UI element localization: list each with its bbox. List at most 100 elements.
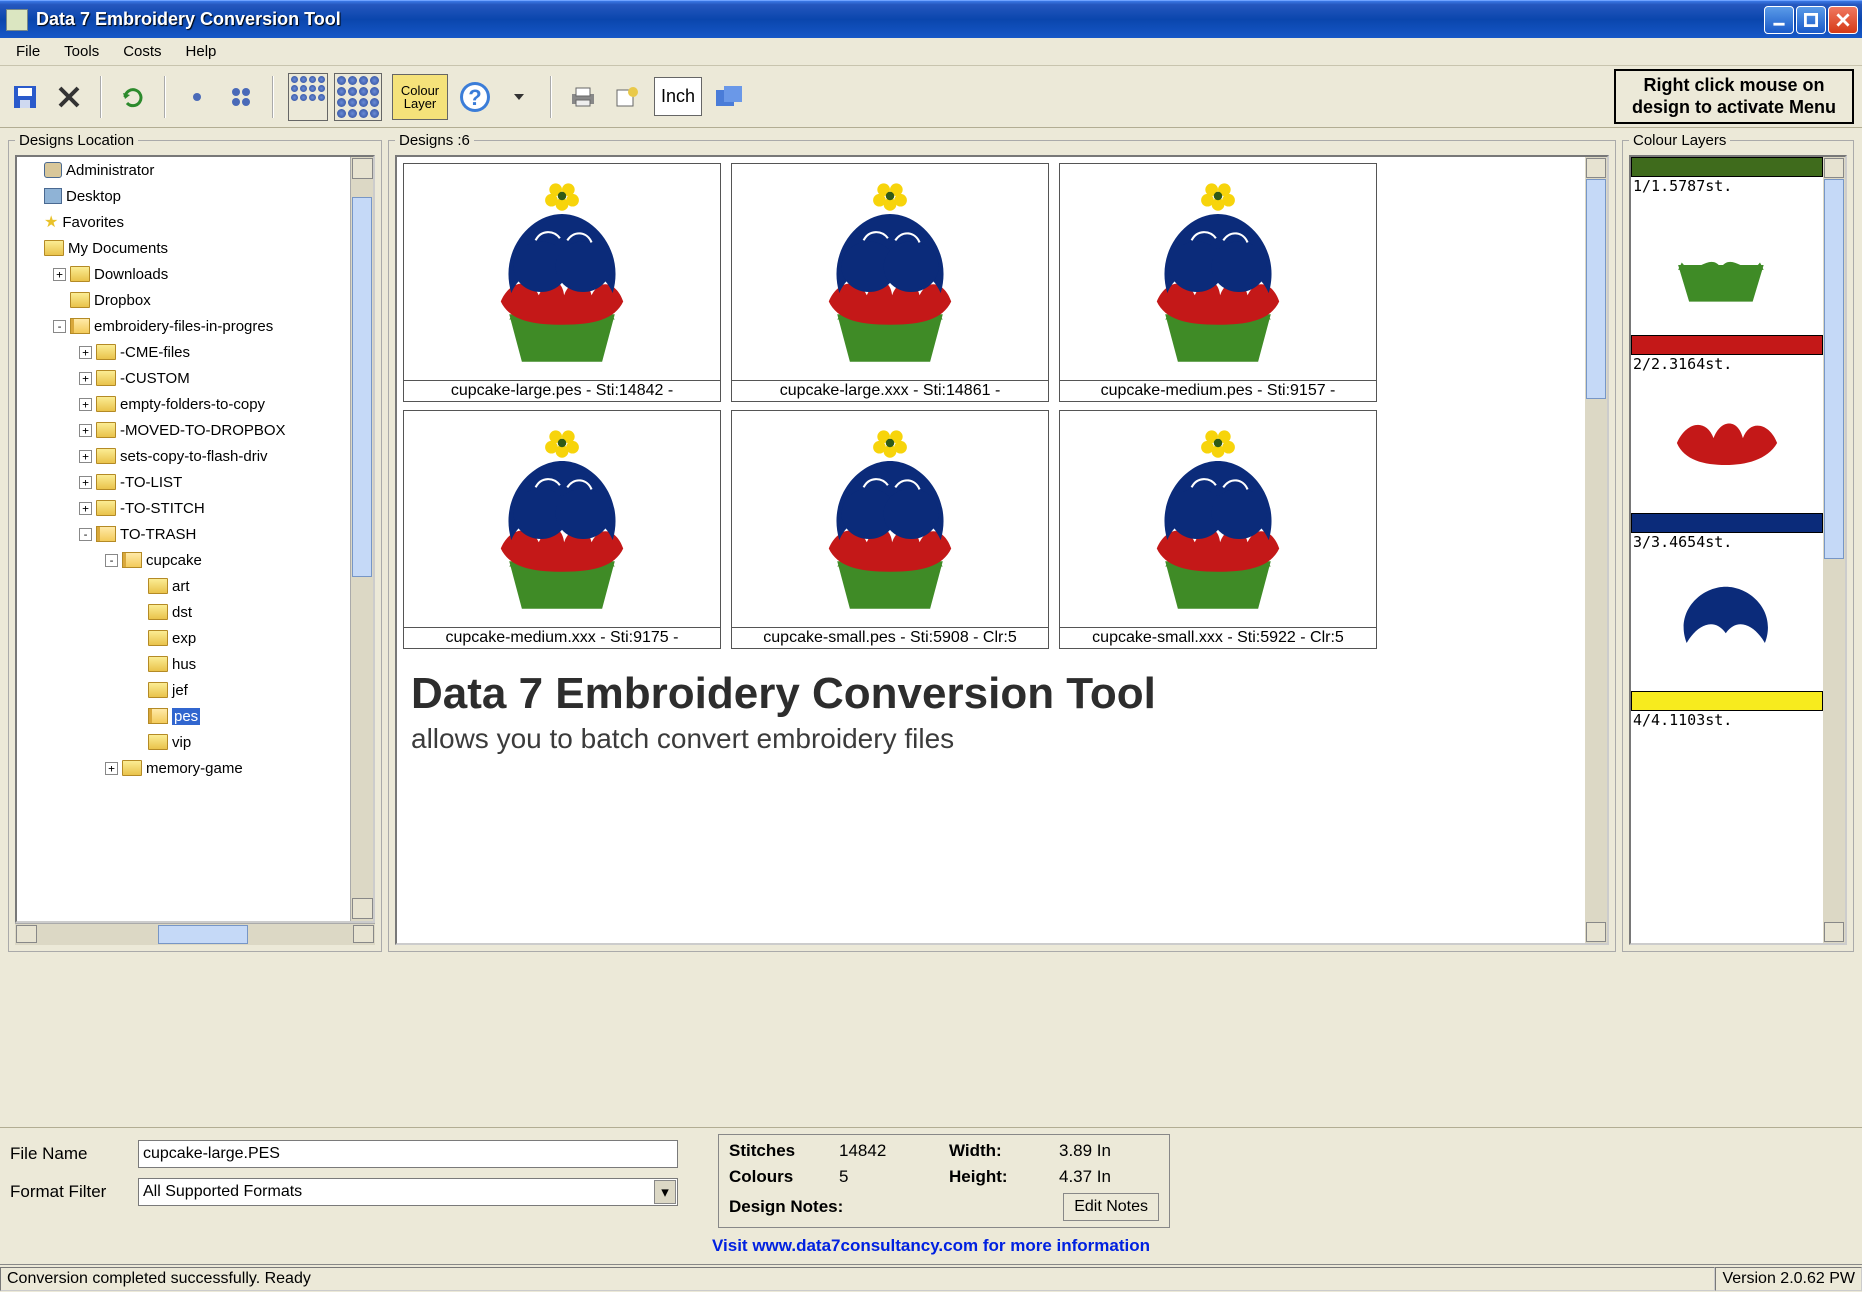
- scroll-right-icon[interactable]: [353, 925, 374, 943]
- grid-large-icon[interactable]: [334, 73, 382, 121]
- scroll-down-icon[interactable]: [1586, 922, 1606, 942]
- format-filter-combo[interactable]: ▾: [138, 1178, 678, 1206]
- expand-icon[interactable]: +: [79, 424, 92, 437]
- scroll-track[interactable]: [38, 924, 352, 945]
- tree-node[interactable]: -embroidery-files-in-progres: [17, 313, 350, 339]
- four-dot-icon[interactable]: [224, 80, 258, 114]
- tree-node[interactable]: Dropbox: [17, 287, 350, 313]
- colour-layer-button[interactable]: Colour Layer: [392, 74, 448, 120]
- tree-node[interactable]: +memory-game: [17, 755, 350, 781]
- expand-icon[interactable]: +: [79, 476, 92, 489]
- design-thumbnail[interactable]: [404, 411, 720, 627]
- tree-node[interactable]: vip: [17, 729, 350, 755]
- design-thumbnail[interactable]: [1060, 411, 1376, 627]
- tree-node[interactable]: +-TO-STITCH: [17, 495, 350, 521]
- single-dot-icon[interactable]: [180, 80, 214, 114]
- scroll-track[interactable]: [1823, 179, 1845, 921]
- print-icon[interactable]: [566, 80, 600, 114]
- scroll-track[interactable]: [1585, 179, 1607, 921]
- menu-help[interactable]: Help: [176, 41, 227, 62]
- scroll-up-icon[interactable]: [1824, 158, 1844, 178]
- windows-icon[interactable]: [712, 80, 746, 114]
- menu-tools[interactable]: Tools: [54, 41, 109, 62]
- tree-node[interactable]: +-TO-LIST: [17, 469, 350, 495]
- colour-layer[interactable]: 4/4.1103st.: [1631, 691, 1823, 729]
- tree-node[interactable]: dst: [17, 599, 350, 625]
- tree-node[interactable]: ★Favorites: [17, 209, 350, 235]
- refresh-icon[interactable]: [116, 80, 150, 114]
- close-button[interactable]: [1828, 6, 1858, 34]
- delete-icon[interactable]: [52, 80, 86, 114]
- grid-small-icon[interactable]: [288, 73, 328, 121]
- properties-icon[interactable]: [610, 80, 644, 114]
- expand-icon[interactable]: +: [79, 398, 92, 411]
- scroll-up-icon[interactable]: [352, 158, 373, 179]
- colour-layer[interactable]: 2/2.3164st.: [1631, 335, 1823, 513]
- tree-node[interactable]: -cupcake: [17, 547, 350, 573]
- designs-location-panel: Designs Location AdministratorDesktop★Fa…: [8, 132, 382, 952]
- design-thumbnail[interactable]: [404, 164, 720, 380]
- format-filter-input[interactable]: [138, 1178, 678, 1206]
- menu-file[interactable]: File: [6, 41, 50, 62]
- tree-node[interactable]: pes: [17, 703, 350, 729]
- colour-layer[interactable]: 3/3.4654st.: [1631, 513, 1823, 691]
- tree-hscroll[interactable]: [15, 923, 375, 945]
- tree-vscroll[interactable]: [350, 157, 373, 921]
- design-cell[interactable]: cupcake-large.pes - Sti:14842 -: [403, 163, 721, 402]
- expand-icon[interactable]: +: [79, 502, 92, 515]
- design-thumbnail[interactable]: [1060, 164, 1376, 380]
- design-cell[interactable]: cupcake-small.xxx - Sti:5922 - Clr:5: [1059, 410, 1377, 649]
- expand-icon[interactable]: +: [105, 762, 118, 775]
- tree-node[interactable]: +Downloads: [17, 261, 350, 287]
- design-cell[interactable]: cupcake-small.pes - Sti:5908 - Clr:5: [731, 410, 1049, 649]
- tree-node[interactable]: Administrator: [17, 157, 350, 183]
- tree-node[interactable]: +-CME-files: [17, 339, 350, 365]
- tree-node[interactable]: +-CUSTOM: [17, 365, 350, 391]
- tree-node[interactable]: Desktop: [17, 183, 350, 209]
- colour-layer[interactable]: 1/1.5787st.: [1631, 157, 1823, 335]
- design-thumbnail[interactable]: [732, 164, 1048, 380]
- expand-icon[interactable]: +: [79, 372, 92, 385]
- edit-notes-button[interactable]: Edit Notes: [1063, 1193, 1159, 1221]
- chevron-down-icon[interactable]: ▾: [654, 1180, 676, 1204]
- scroll-up-icon[interactable]: [1586, 158, 1606, 178]
- tree-node[interactable]: +empty-folders-to-copy: [17, 391, 350, 417]
- menu-costs[interactable]: Costs: [113, 41, 171, 62]
- scroll-thumb[interactable]: [158, 925, 248, 944]
- help-icon[interactable]: ?: [458, 80, 492, 114]
- design-cell[interactable]: cupcake-medium.xxx - Sti:9175 -: [403, 410, 721, 649]
- tree-node[interactable]: art: [17, 573, 350, 599]
- scroll-down-icon[interactable]: [1824, 922, 1844, 942]
- design-thumbnail[interactable]: [732, 411, 1048, 627]
- file-name-input[interactable]: [138, 1140, 678, 1168]
- layers-vscroll[interactable]: [1823, 157, 1845, 943]
- expand-icon[interactable]: +: [53, 268, 66, 281]
- scroll-thumb[interactable]: [1586, 179, 1606, 399]
- tree-node[interactable]: +-MOVED-TO-DROPBOX: [17, 417, 350, 443]
- design-cell[interactable]: cupcake-large.xxx - Sti:14861 -: [731, 163, 1049, 402]
- tree-node[interactable]: My Documents: [17, 235, 350, 261]
- tree-node[interactable]: -TO-TRASH: [17, 521, 350, 547]
- visit-link[interactable]: Visit www.data7consultancy.com for more …: [10, 1230, 1852, 1262]
- scroll-down-icon[interactable]: [352, 898, 373, 919]
- scroll-thumb[interactable]: [352, 197, 372, 577]
- expand-icon[interactable]: +: [79, 450, 92, 463]
- expand-icon[interactable]: +: [79, 346, 92, 359]
- scroll-thumb[interactable]: [1824, 179, 1844, 559]
- help-dropdown-icon[interactable]: [502, 80, 536, 114]
- tree-node[interactable]: +sets-copy-to-flash-driv: [17, 443, 350, 469]
- tree-node[interactable]: hus: [17, 651, 350, 677]
- collapse-icon[interactable]: -: [105, 554, 118, 567]
- folder-tree[interactable]: AdministratorDesktop★FavoritesMy Documen…: [17, 157, 350, 921]
- collapse-icon[interactable]: -: [53, 320, 66, 333]
- design-cell[interactable]: cupcake-medium.pes - Sti:9157 -: [1059, 163, 1377, 402]
- minimize-button[interactable]: [1764, 6, 1794, 34]
- maximize-button[interactable]: [1796, 6, 1826, 34]
- scroll-left-icon[interactable]: [16, 925, 37, 943]
- collapse-icon[interactable]: -: [79, 528, 92, 541]
- save-icon[interactable]: [8, 80, 42, 114]
- designs-vscroll[interactable]: [1585, 157, 1607, 943]
- tree-node[interactable]: jef: [17, 677, 350, 703]
- tree-node[interactable]: exp: [17, 625, 350, 651]
- units-inch-button[interactable]: Inch: [654, 77, 702, 116]
